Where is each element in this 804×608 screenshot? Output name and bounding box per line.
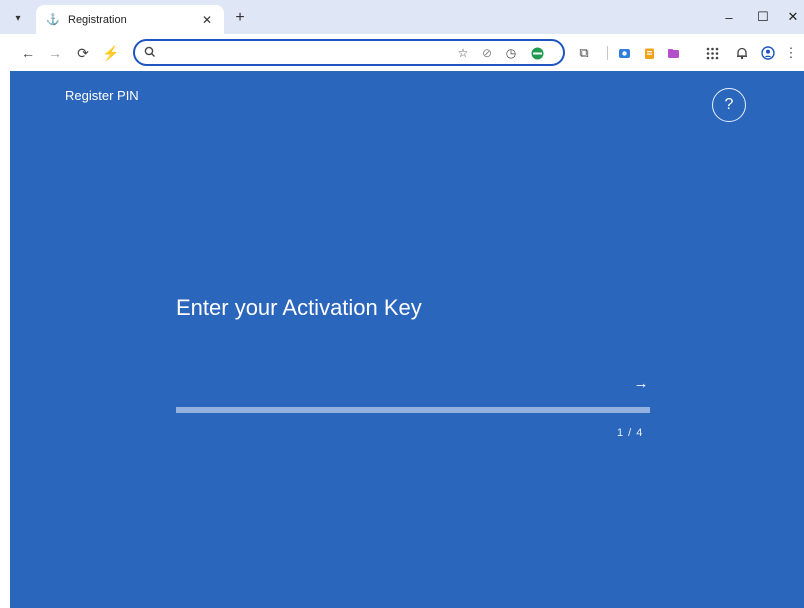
star-icon[interactable]: ☆ xyxy=(455,45,471,61)
help-button[interactable]: ? xyxy=(712,88,746,122)
page-brand-title: Register PIN xyxy=(65,88,139,103)
tab-title: Registration xyxy=(68,13,127,26)
new-tab-button[interactable]: + xyxy=(231,9,249,27)
maximize-button[interactable]: ☐ xyxy=(752,7,774,27)
search-icon xyxy=(144,46,155,57)
back-button[interactable]: ← xyxy=(18,43,38,63)
activation-key-input[interactable] xyxy=(176,369,649,399)
registration-page: Register PIN ? Enter your Activation Key… xyxy=(10,71,804,608)
folder-icon[interactable] xyxy=(663,43,683,63)
step-counter: 1 / 4 xyxy=(617,427,644,439)
apps-icon[interactable] xyxy=(702,43,722,63)
camera-icon[interactable] xyxy=(614,43,634,63)
reload-button[interactable]: ⟳ xyxy=(73,43,93,63)
clock-icon[interactable]: ◷ xyxy=(503,45,519,61)
browser-toolbar: ← → ⟳ ⚡ ☆ ⊘ ◷ ⧉ ⋮ xyxy=(0,34,804,71)
bell-icon[interactable] xyxy=(732,43,752,63)
address-bar[interactable]: ☆ ⊘ ◷ xyxy=(133,39,565,66)
forward-button[interactable]: → xyxy=(45,43,65,63)
minimize-button[interactable]: – xyxy=(718,7,740,27)
green-circle-icon[interactable] xyxy=(529,45,545,61)
menu-icon[interactable]: ⋮ xyxy=(784,43,798,63)
browser-chrome: ▾ ⚓ Registration ✕ + – ☐ ✕ ← → ⟳ ⚡ ☆ ⊘ ◷… xyxy=(0,0,804,71)
page-heading: Enter your Activation Key xyxy=(176,295,422,320)
shield-icon[interactable]: ⊘ xyxy=(479,45,495,61)
toolbar-divider xyxy=(607,46,608,60)
tab-bar: ▾ ⚓ Registration ✕ + – ☐ ✕ xyxy=(0,0,804,34)
page-left-margin xyxy=(0,71,10,608)
clipboard-icon[interactable] xyxy=(639,43,659,63)
input-underline xyxy=(176,407,650,413)
close-window-button[interactable]: ✕ xyxy=(782,7,804,27)
tab-registration[interactable]: ⚓ Registration ✕ xyxy=(36,5,224,34)
tab-close-button[interactable]: ✕ xyxy=(198,11,216,29)
lightning-icon[interactable]: ⚡ xyxy=(101,43,121,63)
profile-icon[interactable] xyxy=(758,43,778,63)
next-arrow-button[interactable]: → xyxy=(630,373,652,393)
tab-search-button[interactable]: ▾ xyxy=(8,8,28,28)
anchor-icon: ⚓ xyxy=(46,14,60,26)
puzzle-icon[interactable]: ⧉ xyxy=(574,43,594,63)
